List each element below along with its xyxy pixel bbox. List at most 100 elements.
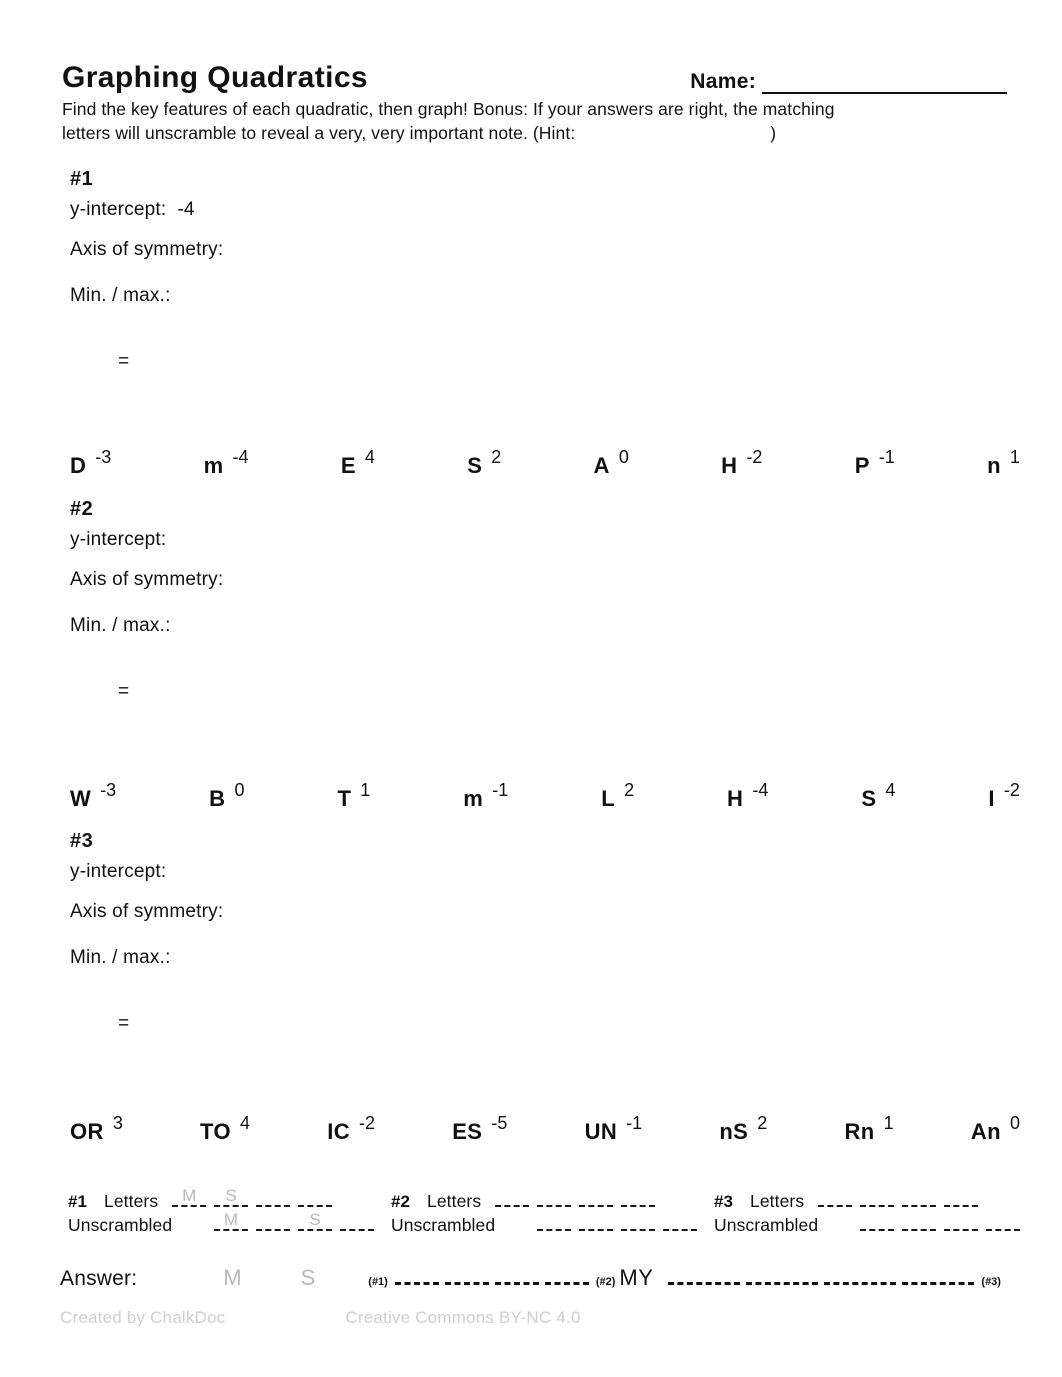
key-unscrambled-label-2: Unscrambled: [391, 1214, 496, 1235]
letter-option[interactable]: E 4: [341, 448, 375, 477]
key-number-1: #1: [68, 1192, 87, 1211]
letter-value: 4: [364, 447, 375, 467]
answer-blank[interactable]: [746, 1270, 819, 1285]
letter-glyph: P: [854, 453, 870, 478]
letter-value: 2: [757, 1113, 768, 1133]
answer-blank[interactable]: [494, 1270, 539, 1285]
letter-glyph: H: [721, 453, 738, 478]
letter-option[interactable]: TO 4: [200, 1114, 250, 1143]
answer-blank[interactable]: [544, 1270, 589, 1285]
letter-glyph: W: [70, 786, 92, 811]
problem-2-letter-row: W -3 B 0 T 1 m -1 L 2 H -4 S 4 I -2: [70, 781, 1020, 810]
problem-3-letter-row: OR 3 TO 4 IC -2 ES -5 UN -1 nS 2 Rn 1 An: [70, 1114, 1020, 1143]
letter-option[interactable]: S 2: [467, 448, 501, 477]
blank-slot[interactable]: [579, 1190, 614, 1207]
blank-slot[interactable]: [986, 1214, 1020, 1231]
letter-value: -1: [626, 1113, 643, 1133]
letter-option[interactable]: H -2: [721, 448, 762, 477]
problem-3-number: #3: [70, 830, 94, 852]
letter-option[interactable]: ES -5: [452, 1114, 507, 1143]
letter-option[interactable]: IC -2: [327, 1114, 375, 1143]
blank-slot[interactable]: [256, 1190, 291, 1207]
blank-slot[interactable]: [860, 1214, 894, 1231]
letter-value: 0: [1009, 1113, 1020, 1133]
key-number-2: #2: [391, 1192, 410, 1211]
blank-slot[interactable]: M: [172, 1187, 207, 1207]
blank-slot[interactable]: [818, 1190, 853, 1207]
letter-value: -3: [95, 447, 112, 467]
letter-option[interactable]: Rn 1: [844, 1114, 893, 1143]
key-column-1: #1 Letters M S Unscrambled M S: [68, 1186, 374, 1238]
letter-option[interactable]: An 0: [971, 1114, 1020, 1143]
letter-glyph: nS: [719, 1119, 749, 1144]
key-unscrambled-blanks-1: M S: [214, 1209, 374, 1231]
answer-label: Answer:: [60, 1267, 138, 1290]
letter-option[interactable]: A 0: [594, 448, 629, 477]
letter-option[interactable]: T 1: [337, 781, 370, 810]
letter-option[interactable]: W -3: [70, 781, 116, 810]
ghost-letter: S: [225, 1186, 237, 1205]
blank-slot[interactable]: M: [214, 1211, 248, 1231]
blank-slot[interactable]: [902, 1214, 936, 1231]
worksheet-page: Graphing Quadratics Name: Find the key f…: [0, 0, 1062, 1377]
answer-blank[interactable]: [668, 1270, 741, 1285]
blank-slot[interactable]: [579, 1214, 613, 1231]
problem-1-min-max: Min. / max.:: [70, 285, 171, 306]
key-unscrambled-label-1: Unscrambled: [68, 1214, 173, 1235]
letter-option[interactable]: S 4: [861, 781, 895, 810]
blank-slot[interactable]: [256, 1214, 290, 1231]
problem-3-y-intercept: y-intercept:: [70, 861, 1010, 883]
letter-glyph: T: [337, 786, 352, 811]
letter-option[interactable]: D -3: [70, 448, 111, 477]
letter-value: 1: [1009, 447, 1020, 467]
letter-option[interactable]: OR 3: [70, 1114, 123, 1143]
letter-glyph: m: [463, 786, 484, 811]
letter-value: -1: [492, 780, 509, 800]
blank-slot[interactable]: [621, 1190, 656, 1207]
name-field-group: Name:: [690, 70, 1007, 94]
problem-1-equals: =: [118, 351, 130, 372]
instructions: Find the key features of each quadratic,…: [62, 97, 1007, 147]
key-letters-label-3: Letters: [750, 1191, 805, 1211]
problem-1-y-intercept: y-intercept: -4: [70, 199, 1010, 221]
letter-option[interactable]: m -4: [204, 448, 249, 477]
blank-slot[interactable]: S: [214, 1186, 249, 1207]
letter-option[interactable]: m -1: [463, 781, 508, 810]
letter-value: -4: [752, 780, 769, 800]
blank-slot[interactable]: [340, 1214, 374, 1231]
blank-slot[interactable]: [663, 1214, 697, 1231]
blank-slot[interactable]: [537, 1190, 572, 1207]
letter-option[interactable]: UN -1: [585, 1114, 643, 1143]
blank-slot[interactable]: S: [298, 1209, 332, 1231]
letter-value: 0: [234, 780, 245, 800]
key-letters-label-1: Letters: [104, 1191, 159, 1211]
blank-slot[interactable]: [860, 1190, 895, 1207]
letter-option[interactable]: L 2: [601, 781, 634, 810]
answer-blank[interactable]: [444, 1270, 489, 1285]
problem-2-axis-of-symmetry: Axis of symmetry:: [70, 569, 224, 590]
blank-slot[interactable]: [621, 1214, 655, 1231]
blank-slot[interactable]: [944, 1214, 978, 1231]
letter-option[interactable]: n 1: [987, 448, 1020, 477]
name-input-line[interactable]: [762, 75, 1007, 94]
key-column-2: #2 Letters Unscrambled: [391, 1190, 697, 1238]
answer-blank[interactable]: [394, 1270, 439, 1285]
letter-option[interactable]: P -1: [855, 448, 895, 477]
answer-blank[interactable]: [824, 1270, 897, 1285]
key-letters-label-2: Letters: [427, 1191, 482, 1211]
instructions-line-1: Find the key features of each quadratic,…: [62, 98, 835, 119]
blank-slot[interactable]: [944, 1190, 979, 1207]
blank-slot[interactable]: [902, 1190, 937, 1207]
letter-value: 3: [112, 1113, 123, 1133]
blank-slot[interactable]: [537, 1214, 571, 1231]
letter-option[interactable]: B 0: [209, 781, 244, 810]
answer-blank[interactable]: [902, 1270, 975, 1285]
key-letters-blanks-2: [495, 1190, 656, 1207]
blank-slot[interactable]: [495, 1190, 530, 1207]
ghost-letter: S: [309, 1209, 321, 1229]
letter-option[interactable]: nS 2: [719, 1114, 767, 1143]
letter-option[interactable]: I -2: [988, 781, 1020, 810]
key-letters-row-2: #2 Letters: [391, 1190, 697, 1214]
blank-slot[interactable]: [298, 1190, 333, 1207]
letter-option[interactable]: H -4: [727, 781, 768, 810]
